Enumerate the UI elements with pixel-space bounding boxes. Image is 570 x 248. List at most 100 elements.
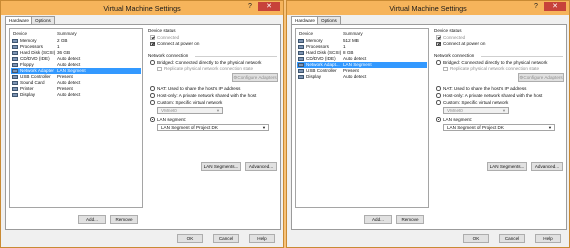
- device-row[interactable]: Display Auto detect: [11, 92, 141, 98]
- device-row[interactable]: Processors 1: [297, 44, 427, 50]
- close-button[interactable]: ✕: [258, 2, 280, 11]
- help-title-button[interactable]: ?: [243, 2, 257, 11]
- hard-disk-icon: [12, 51, 18, 55]
- summary-column-header[interactable]: Summary: [343, 31, 363, 36]
- device-row[interactable]: Hard Disk (SCSI) 36 GB: [11, 50, 141, 56]
- help-button[interactable]: Help: [535, 234, 561, 243]
- floppy-icon: [12, 63, 18, 67]
- connect-at-power-on-checkbox[interactable]: [436, 41, 441, 47]
- advanced-button[interactable]: Advanced...: [531, 162, 563, 171]
- device-summary: 2 GB: [57, 38, 68, 43]
- remove-button[interactable]: Remove: [110, 215, 138, 224]
- lan-segment-select[interactable]: LAN Segment of Project DK ▼: [443, 124, 555, 131]
- device-name: Network Adapt...: [306, 62, 340, 67]
- device-summary: LAN Segment: [343, 62, 372, 67]
- nat-radio[interactable]: [436, 86, 441, 91]
- replicate-checkbox[interactable]: [157, 66, 162, 72]
- device-row[interactable]: Sound Card Auto detect: [11, 80, 141, 86]
- cd-dvd-icon: [12, 57, 18, 61]
- device-list[interactable]: Device Summary Memory 2 GB Processors 1 Hard…: [9, 28, 143, 208]
- lan-segment-radio[interactable]: [150, 117, 155, 122]
- network-connection-separator: [481, 56, 563, 57]
- help-title-button[interactable]: ?: [529, 2, 543, 11]
- lan-segment-label: LAN segment:: [157, 116, 187, 122]
- replicate-label: Replicate physical network connection st…: [450, 66, 540, 72]
- ok-button[interactable]: OK: [463, 234, 489, 243]
- configure-adapters-button[interactable]: ⚙Configure Adapters: [232, 73, 278, 82]
- device-row[interactable]: Memory 2 GB: [11, 38, 141, 44]
- network-adapter-icon: [298, 63, 304, 67]
- connected-checkbox[interactable]: [150, 35, 155, 40]
- lan-segments-button[interactable]: LAN Segments...: [201, 162, 241, 171]
- device-column-header[interactable]: Device: [13, 31, 27, 36]
- device-row[interactable]: Network Adapt... LAN Segment: [297, 62, 427, 68]
- replicate-checkbox[interactable]: [443, 66, 448, 72]
- advanced-button[interactable]: Advanced...: [245, 162, 277, 171]
- bridged-radio[interactable]: [150, 60, 155, 65]
- lan-segment-value: LAN Segment of Project DK: [447, 125, 504, 130]
- vmnet-select[interactable]: VMnet0 ▼: [157, 107, 223, 114]
- configure-adapters-button[interactable]: ⚙Configure Adapters: [518, 73, 564, 82]
- tab-options[interactable]: Options: [31, 16, 55, 24]
- configure-adapters-label: Configure Adapters: [237, 75, 277, 80]
- device-column-header[interactable]: Device: [299, 31, 313, 36]
- host-only-radio[interactable]: [436, 93, 441, 98]
- vmnet-select[interactable]: VMnet0 ▼: [443, 107, 509, 114]
- display-icon: [12, 93, 18, 97]
- device-row[interactable]: Network Adapter LAN Segment: [11, 68, 141, 74]
- nat-radio[interactable]: [150, 86, 155, 91]
- network-connection-separator: [195, 56, 277, 57]
- lan-segment-select[interactable]: LAN Segment of Project DK ▼: [157, 124, 269, 131]
- summary-column-header[interactable]: Summary: [57, 31, 77, 36]
- device-row[interactable]: CD/DVD (IDE) Auto detect: [11, 56, 141, 62]
- title-bar[interactable]: Virtual Machine Settings ? ✕: [1, 1, 283, 15]
- lan-segments-button[interactable]: LAN Segments...: [487, 162, 527, 171]
- device-name: Display: [306, 74, 322, 79]
- cancel-button[interactable]: Cancel: [499, 234, 525, 243]
- device-list[interactable]: Device Summary Memory 512 MB Processors 1 Ha…: [295, 28, 429, 208]
- chevron-down-icon: ▼: [216, 108, 220, 113]
- custom-label: Custom: Specific virtual network: [157, 99, 223, 105]
- device-row[interactable]: USB Controller Present: [11, 74, 141, 80]
- add-button[interactable]: Add...: [78, 215, 106, 224]
- title-bar[interactable]: Virtual Machine Settings ? ✕: [287, 1, 569, 15]
- device-summary: 512 MB: [343, 38, 359, 43]
- connect-at-power-on-label: Connect at power on: [443, 41, 486, 47]
- help-button[interactable]: Help: [249, 234, 275, 243]
- remove-button[interactable]: Remove: [396, 215, 424, 224]
- device-summary: 1: [57, 44, 60, 49]
- connected-checkbox[interactable]: [436, 35, 441, 40]
- custom-radio[interactable]: [436, 100, 441, 105]
- device-name: Processors: [20, 44, 43, 49]
- device-summary: Present: [57, 86, 73, 91]
- device-summary: 36 GB: [57, 50, 71, 55]
- connected-label: Connected: [443, 34, 466, 40]
- lan-segment-label: LAN segment:: [443, 116, 473, 122]
- host-only-label: Host-only: A private network shared with…: [443, 92, 543, 98]
- device-row[interactable]: Processors 1: [11, 44, 141, 50]
- ok-button[interactable]: OK: [177, 234, 203, 243]
- network-connection-label: Network connection: [434, 53, 475, 58]
- device-summary: Auto detect: [57, 92, 81, 97]
- lan-segment-radio[interactable]: [436, 117, 441, 122]
- bridged-radio[interactable]: [436, 60, 441, 65]
- device-row[interactable]: USB Controller Present: [297, 68, 427, 74]
- device-row[interactable]: Hard Disk (SCSI) 8 GB: [297, 50, 427, 56]
- device-row[interactable]: Printer Present: [11, 86, 141, 92]
- add-button[interactable]: Add...: [364, 215, 392, 224]
- device-summary: 8 GB: [343, 50, 354, 55]
- device-row[interactable]: Display Auto detect: [297, 74, 427, 80]
- connect-at-power-on-checkbox[interactable]: [150, 41, 155, 47]
- memory-icon: [12, 39, 18, 43]
- cancel-button[interactable]: Cancel: [213, 234, 239, 243]
- configure-adapters-label: Configure Adapters: [523, 75, 563, 80]
- printer-icon: [12, 87, 18, 91]
- device-row[interactable]: Memory 512 MB: [297, 38, 427, 44]
- processor-icon: [12, 45, 18, 49]
- host-only-radio[interactable]: [150, 93, 155, 98]
- close-button[interactable]: ✕: [544, 2, 566, 11]
- tab-options[interactable]: Options: [317, 16, 341, 24]
- custom-radio[interactable]: [150, 100, 155, 105]
- device-row[interactable]: Floppy Auto detect: [11, 62, 141, 68]
- device-row[interactable]: CD/DVD (IDE) Auto detect: [297, 56, 427, 62]
